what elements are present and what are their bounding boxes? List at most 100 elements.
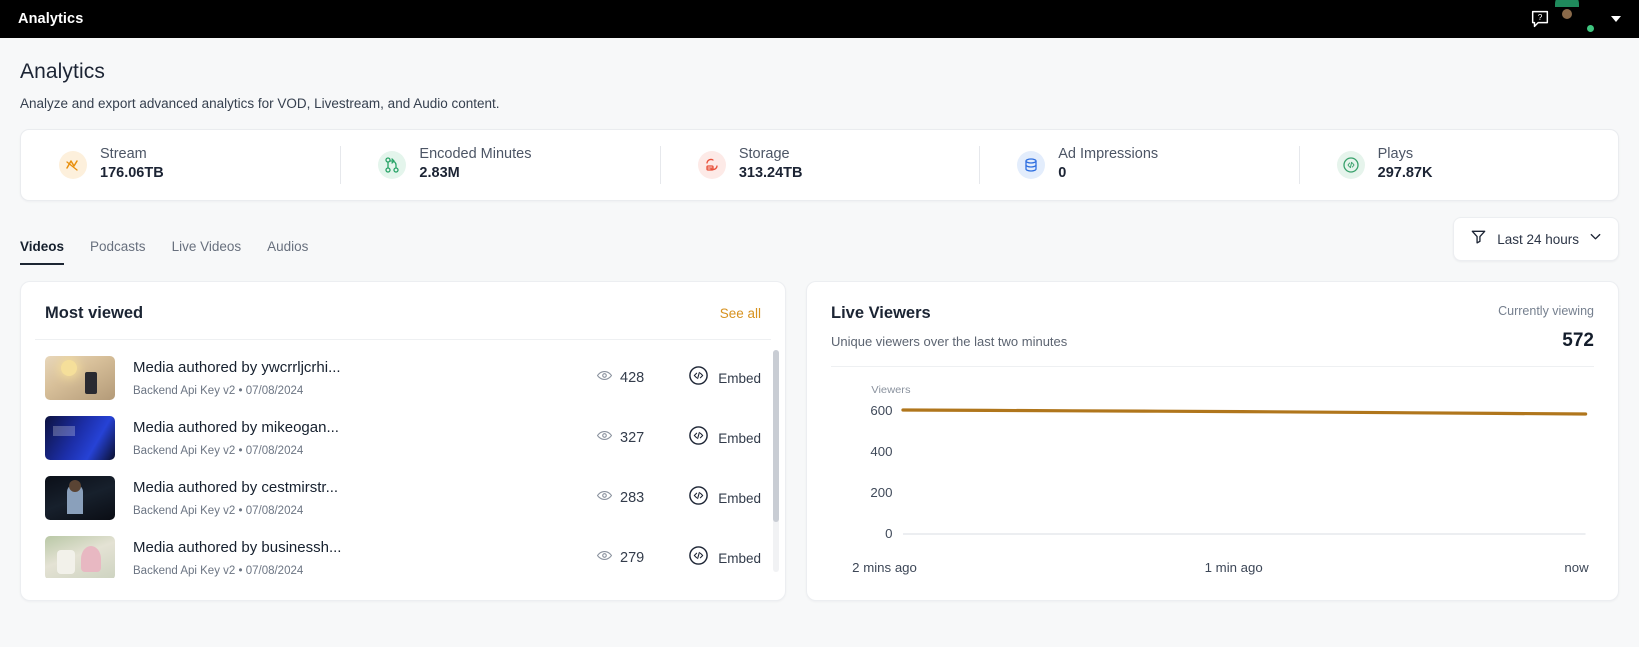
- panel-title: Live Viewers: [831, 304, 931, 322]
- stat-value: 297.87K: [1377, 165, 1433, 182]
- help-question-icon[interactable]: ?: [1529, 8, 1551, 30]
- chart-y-tick: 400: [870, 444, 892, 459]
- view-count: 327: [596, 427, 644, 449]
- media-thumbnail: [45, 476, 115, 520]
- most-viewed-header: Most viewed See all: [21, 282, 785, 323]
- media-subtitle: Backend Api Key v2 • 07/08/2024: [133, 385, 304, 397]
- chevron-down-icon[interactable]: [1611, 16, 1621, 22]
- view-count: 283: [596, 487, 644, 509]
- see-all-link[interactable]: See all: [720, 306, 761, 321]
- embed-button[interactable]: Embed: [688, 545, 761, 571]
- eye-icon: [596, 367, 613, 389]
- tab-list: Videos Podcasts Live Videos Audios: [20, 227, 308, 265]
- chart-x-axis: 2 mins ago 1 min ago now: [852, 560, 1589, 575]
- app-title: Analytics: [18, 11, 84, 27]
- embed-label: Embed: [718, 490, 761, 506]
- media-thumbnail: [45, 356, 115, 400]
- embed-label: Embed: [718, 370, 761, 386]
- stat-value: 2.83M: [419, 165, 460, 182]
- code-embed-icon: [688, 365, 709, 391]
- page-content: Analytics Analyze and export advanced an…: [0, 38, 1639, 601]
- filter-funnel-icon: [1469, 227, 1488, 251]
- media-subtitle: Backend Api Key v2 • 07/08/2024: [133, 505, 304, 517]
- embed-label: Embed: [718, 550, 761, 566]
- tab-audios[interactable]: Audios: [267, 239, 308, 265]
- list-item[interactable]: Media authored by cestmirstr... Backend …: [21, 468, 785, 528]
- stat-value: 0: [1058, 165, 1067, 182]
- tab-live-videos[interactable]: Live Videos: [172, 239, 242, 265]
- list-item[interactable]: Media authored by businessh... Backend A…: [21, 528, 785, 578]
- media-title: Media authored by ywcrrljcrhi...: [133, 359, 341, 376]
- stat-encoded-minutes: Encoded Minutes 2.83M: [340, 130, 659, 200]
- view-count: 428: [596, 367, 644, 389]
- media-subtitle: Backend Api Key v2 • 07/08/2024: [133, 445, 304, 457]
- eye-icon: [596, 547, 613, 569]
- media-thumbnail: [45, 416, 115, 460]
- storage-sync-icon: [697, 151, 726, 179]
- chart-svg: Viewers 600 400 200 0: [870, 384, 1588, 541]
- live-viewers-panel: Live Viewers Unique viewers over the las…: [806, 281, 1619, 601]
- view-count-value: 279: [620, 550, 645, 566]
- list-scrollbar-thumb[interactable]: [773, 350, 779, 522]
- list-item[interactable]: Media authored by ywcrrljcrhi... Backend…: [21, 348, 785, 408]
- embed-button[interactable]: Embed: [688, 485, 761, 511]
- currently-viewing-label: Currently viewing: [1498, 304, 1594, 318]
- most-viewed-list: Media authored by ywcrrljcrhi... Backend…: [21, 340, 785, 578]
- chart-y-axis-unit: Viewers: [871, 384, 911, 396]
- svg-text:?: ?: [1538, 13, 1543, 22]
- code-embed-icon: [688, 485, 709, 511]
- page-subtitle: Analyze and export advanced analytics fo…: [20, 96, 500, 111]
- status-online-dot: [1585, 23, 1596, 34]
- stat-plays: Plays 297.87K: [1298, 130, 1618, 200]
- list-item[interactable]: Media authored by mikeogan... Backend Ap…: [21, 408, 785, 468]
- chart-x-tick: 1 min ago: [1205, 560, 1263, 575]
- chart-x-tick: 2 mins ago: [852, 560, 917, 575]
- page-title: Analytics: [20, 60, 105, 83]
- date-range-filter-button[interactable]: Last 24 hours: [1453, 217, 1619, 261]
- media-title: Media authored by businessh...: [133, 539, 342, 556]
- git-branch-icon: [378, 151, 407, 179]
- analytics-panels: Most viewed See all Media authored by yw…: [20, 281, 1619, 601]
- view-count-value: 428: [620, 370, 645, 386]
- stat-label: Stream: [100, 146, 147, 163]
- stat-label: Plays: [1377, 146, 1414, 163]
- stat-value: 176.06TB: [100, 165, 164, 182]
- top-bar: Analytics ?: [0, 0, 1639, 38]
- currently-viewing-value: 572: [1562, 330, 1594, 351]
- chart-line-viewers: [901, 408, 1588, 416]
- chevron-down-icon: [1588, 229, 1603, 249]
- live-viewers-header: Live Viewers Unique viewers over the las…: [807, 282, 1618, 352]
- most-viewed-panel: Most viewed See all Media authored by yw…: [20, 281, 786, 601]
- embed-button[interactable]: Embed: [688, 365, 761, 391]
- play-embed-icon: [1336, 151, 1365, 179]
- view-count: 279: [596, 547, 644, 569]
- live-viewers-chart: Viewers 600 400 200 0 2 mins ago 1 min a…: [807, 367, 1618, 575]
- chart-y-tick: 600: [870, 403, 892, 418]
- view-count-value: 327: [620, 430, 645, 446]
- stats-summary-card: Stream 176.06TB Encoded Minutes 2.83M St…: [20, 129, 1619, 201]
- stat-storage: Storage 313.24TB: [659, 130, 979, 200]
- view-count-value: 283: [620, 490, 645, 506]
- embed-label: Embed: [718, 430, 761, 446]
- media-title: Media authored by mikeogan...: [133, 419, 339, 436]
- code-embed-icon: [688, 545, 709, 571]
- chart-y-tick: 200: [870, 485, 892, 500]
- code-embed-icon: [688, 425, 709, 451]
- panel-subtitle: Unique viewers over the last two minutes: [831, 334, 1068, 349]
- media-subtitle: Backend Api Key v2 • 07/08/2024: [133, 565, 304, 577]
- stat-label: Storage: [738, 146, 790, 163]
- eye-icon: [596, 487, 613, 509]
- embed-button[interactable]: Embed: [688, 425, 761, 451]
- chart-x-tick: now: [1564, 560, 1589, 575]
- stat-stream: Stream 176.06TB: [21, 130, 340, 200]
- avatar[interactable]: [1555, 0, 1596, 34]
- chart-y-tick: 0: [885, 526, 892, 541]
- media-thumbnail: [45, 536, 115, 578]
- tab-podcasts[interactable]: Podcasts: [90, 239, 146, 265]
- tab-videos[interactable]: Videos: [20, 239, 65, 265]
- content-type-tabs: Videos Podcasts Live Videos Audios Last …: [20, 217, 1619, 265]
- stat-ad-impressions: Ad Impressions 0: [979, 130, 1298, 200]
- stat-label: Encoded Minutes: [419, 146, 532, 163]
- stat-label: Ad Impressions: [1058, 146, 1159, 163]
- eye-icon: [596, 427, 613, 449]
